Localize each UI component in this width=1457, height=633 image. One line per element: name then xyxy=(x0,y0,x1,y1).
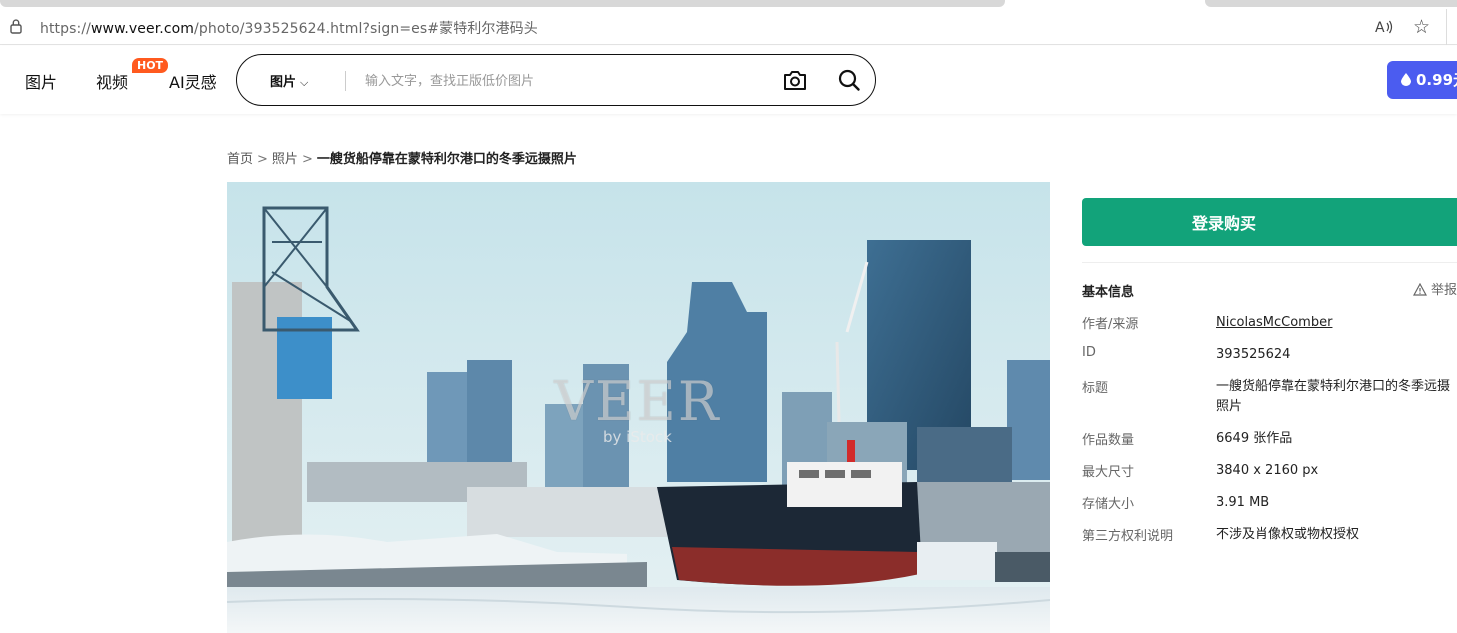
info-value: 3.91 MB xyxy=(1216,495,1270,510)
nav-item-videos[interactable]: 视频 xyxy=(96,69,128,93)
address-bar[interactable]: https://www.veer.com/photo/393525624.htm… xyxy=(0,9,1457,45)
favorite-star-icon[interactable]: ☆ xyxy=(1413,16,1430,38)
info-label: 第三方权利说明 xyxy=(1082,529,1174,544)
drop-icon xyxy=(1401,73,1411,86)
main-photo[interactable]: VEER by iStock xyxy=(227,182,1050,633)
browser-tab[interactable] xyxy=(0,0,1005,7)
info-value: 一艘货船停靠在蒙特利尔港口的冬季远摄照片 xyxy=(1216,379,1451,414)
info-value: 不涉及肖像权或物权授权 xyxy=(1216,527,1360,542)
svg-text:A: A xyxy=(1375,20,1385,35)
info-label: ID xyxy=(1082,345,1096,360)
url-text[interactable]: https://www.veer.com/photo/393525624.htm… xyxy=(40,18,538,38)
author-link[interactable]: NicolasMcComber xyxy=(1216,313,1457,333)
camera-search-icon[interactable] xyxy=(782,68,808,92)
nav-item-ai-inspiration[interactable]: AI灵感 xyxy=(169,69,217,93)
search-input[interactable] xyxy=(365,71,765,91)
scrollbar[interactable] xyxy=(1446,9,1457,45)
report-button[interactable]: 举报 xyxy=(1413,279,1457,298)
search-type-dropdown[interactable]: 图片 ⌵ xyxy=(270,71,308,90)
info-label: 作品数量 xyxy=(1082,433,1135,448)
info-label: 作者/来源 xyxy=(1082,317,1139,332)
breadcrumb-separator: > xyxy=(301,152,313,167)
read-aloud-icon[interactable]: A xyxy=(1373,16,1395,38)
search-divider xyxy=(345,71,346,91)
browser-tabstrip xyxy=(0,0,1457,8)
info-value: 6649 张作品 xyxy=(1216,431,1293,446)
breadcrumb-current: 一艘货船停靠在蒙特利尔港口的冬季远摄照片 xyxy=(316,152,577,167)
breadcrumb-separator: > xyxy=(257,152,268,167)
breadcrumb: 首页 > 照片 > 一艘货船停靠在蒙特利尔港口的冬季远摄照片 xyxy=(227,148,577,167)
site-header: 图片 视频 HOT AI灵感 图片⌵ 0.99元 xyxy=(0,46,1457,114)
hot-badge: HOT xyxy=(132,58,169,73)
istock-watermark: by iStock xyxy=(603,428,672,446)
price-button[interactable]: 0.99元 xyxy=(1387,61,1457,99)
info-value: 3840 x 2160 px xyxy=(1216,463,1319,478)
login-buy-button[interactable]: 登录购买 xyxy=(1082,198,1457,246)
browser-tab[interactable] xyxy=(1205,0,1457,7)
info-label: 标题 xyxy=(1082,381,1109,396)
search-box: 图片 ⌵ xyxy=(236,54,876,106)
breadcrumb-category[interactable]: 照片 xyxy=(272,152,298,167)
info-title: 基本信息 xyxy=(1082,285,1135,300)
panel-divider xyxy=(1082,262,1457,263)
lock-icon[interactable] xyxy=(8,18,24,34)
veer-watermark: VEER xyxy=(554,370,721,433)
info-value: 393525624 xyxy=(1216,347,1291,362)
info-label: 存储大小 xyxy=(1082,497,1135,512)
search-icon[interactable] xyxy=(837,68,861,92)
chevron-down-icon: ⌵ xyxy=(300,76,309,89)
warning-icon xyxy=(1413,283,1427,296)
nav-item-images[interactable]: 图片 xyxy=(25,69,57,93)
breadcrumb-home[interactable]: 首页 xyxy=(227,152,253,167)
info-label: 最大尺寸 xyxy=(1082,465,1135,480)
